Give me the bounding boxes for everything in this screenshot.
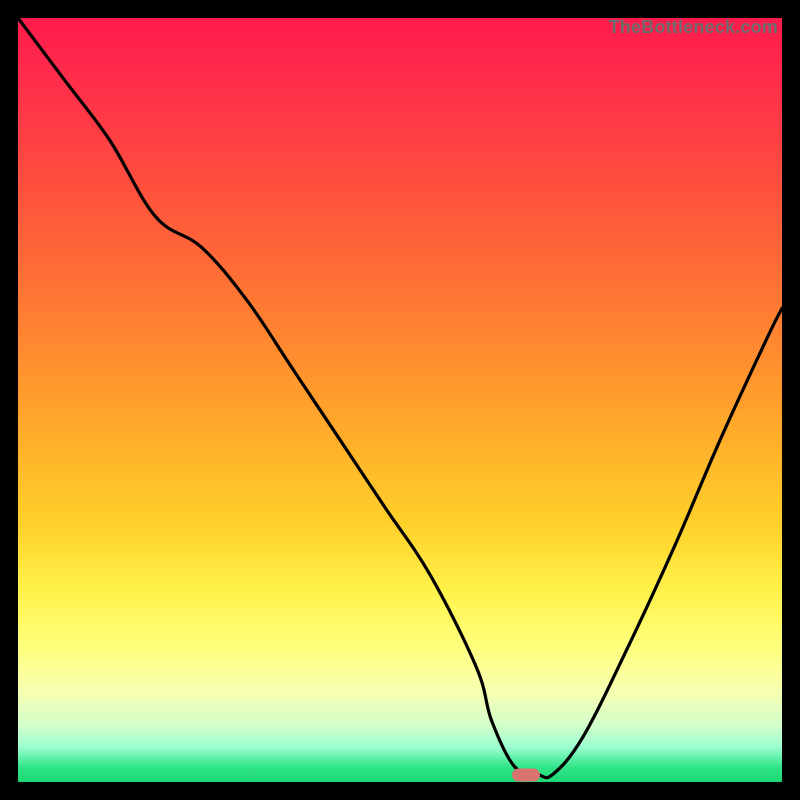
bottleneck-curve — [18, 18, 782, 782]
chart-frame: TheBottleneck.com — [0, 0, 800, 800]
plot-area: TheBottleneck.com — [18, 18, 782, 782]
optimal-point-marker — [512, 769, 540, 782]
watermark-text: TheBottleneck.com — [609, 17, 778, 38]
